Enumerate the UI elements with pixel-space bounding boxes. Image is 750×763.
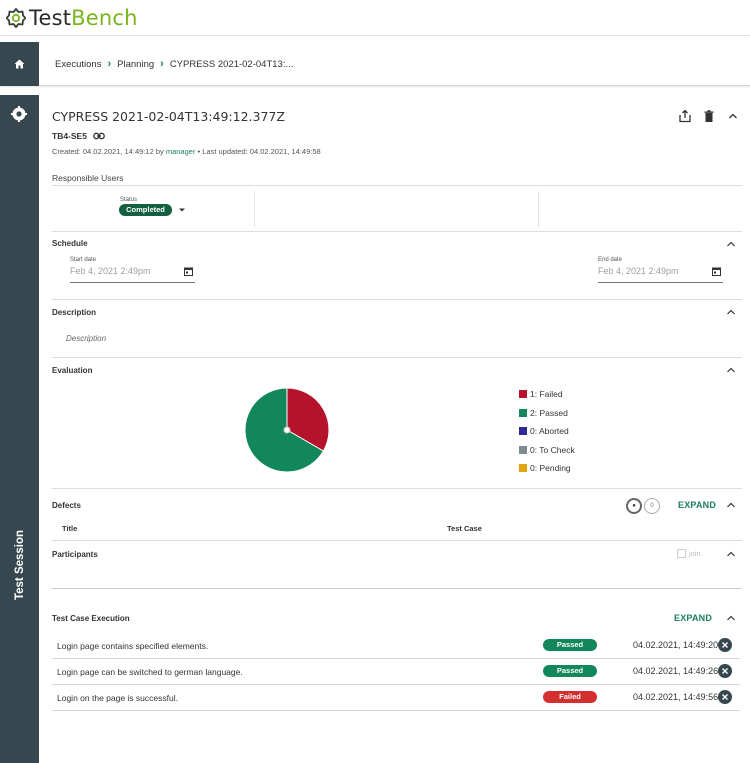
join-checkbox[interactable]: join: [677, 549, 701, 558]
legend-label: 0: Pending: [530, 463, 571, 474]
status-label: Status: [120, 197, 138, 203]
legend-item: 1: Failed: [519, 385, 575, 404]
legend-swatch: [519, 390, 527, 399]
legend-swatch: [519, 427, 527, 436]
column-header-title: Title: [62, 524, 78, 533]
status-dropdown[interactable]: Completed: [119, 204, 172, 216]
pie-center: [283, 426, 291, 434]
legend-label: 2: Passed: [530, 407, 568, 418]
export-icon[interactable]: [678, 109, 692, 123]
table-row[interactable]: Login page contains specified elements. P…: [52, 633, 740, 659]
chevron-right-icon: ›: [160, 58, 164, 70]
evaluation-legend: 1: Failed 2: Passed 0: Aborted 0: To Check 0…: [519, 385, 575, 478]
legend-swatch: [519, 408, 527, 417]
chevron-up-icon[interactable]: [726, 240, 736, 248]
legend-item: 0: To Check: [519, 441, 575, 460]
close-icon: [722, 694, 728, 700]
session-id: TB4-SE5: [52, 131, 105, 141]
app-logo[interactable]: TestBench: [6, 6, 138, 30]
link-icon[interactable]: [93, 132, 105, 140]
status-badge: Failed: [543, 691, 597, 703]
chevron-up-icon[interactable]: [726, 550, 736, 558]
calendar-icon: [712, 267, 721, 276]
defects-filter-toggle: ● 0: [626, 498, 660, 514]
divider: [52, 185, 742, 186]
close-icon: [722, 642, 728, 648]
user-link[interactable]: manager: [166, 147, 196, 156]
section-title-defects: Defects: [52, 501, 81, 510]
chevron-up-icon[interactable]: [726, 614, 736, 622]
session-detail: CYPRESS 2021-02-04T13:49:12.377Z TB4-SE5…: [40, 95, 750, 763]
remove-button[interactable]: [718, 664, 732, 678]
responsible-users-label: Responsible Users: [52, 173, 124, 183]
legend-label: 1: Failed: [530, 389, 563, 400]
app-header: TestBench: [0, 0, 750, 36]
execution-timestamp: 04.02.2021, 14:49:26: [633, 666, 719, 676]
toggle-open-defects[interactable]: ●: [626, 498, 642, 514]
logo-icon: [6, 8, 26, 28]
session-meta: Created: 04.02.2021, 14:49:12 by manager…: [52, 147, 321, 156]
legend-swatch: [519, 445, 527, 454]
toggle-count-defects[interactable]: 0: [644, 498, 660, 514]
column-header-test-case: Test Case: [447, 524, 482, 533]
tce-expand-button[interactable]: EXPAND: [674, 613, 712, 623]
delete-icon[interactable]: [702, 109, 716, 123]
chevron-up-icon[interactable]: [726, 308, 736, 316]
legend-label: 0: To Check: [530, 444, 575, 455]
test-case-name[interactable]: Login page can be switched to german lan…: [57, 667, 243, 677]
execution-timestamp: 04.02.2021, 14:49:20: [633, 640, 719, 650]
status-badge: Passed: [543, 639, 597, 651]
chevron-up-icon[interactable]: [726, 366, 736, 374]
breadcrumb-item-current: CYPRESS 2021-02-04T13:...: [169, 58, 294, 70]
breadcrumb-bar: Executions › Planning › CYPRESS 2021-02-…: [0, 42, 750, 86]
logo-text: TestBench: [29, 6, 138, 30]
home-button[interactable]: [0, 42, 39, 86]
chevron-down-icon[interactable]: [177, 205, 187, 215]
close-icon: [722, 668, 728, 674]
end-date-field[interactable]: End date Feb 4, 2021 2:49pm: [598, 257, 723, 283]
breadcrumb-item-planning[interactable]: Planning: [117, 59, 154, 70]
section-title-schedule: Schedule: [52, 239, 88, 248]
home-icon: [14, 59, 25, 69]
calendar-icon: [184, 267, 193, 276]
legend-swatch: [519, 464, 527, 473]
side-panel-label: Test Session: [14, 529, 26, 601]
section-title-test-case-execution: Test Case Execution: [52, 614, 130, 623]
remove-button[interactable]: [718, 690, 732, 704]
side-panel: Test Session: [0, 95, 39, 763]
test-case-name[interactable]: Login on the page is successful.: [57, 693, 178, 703]
test-case-name[interactable]: Login page contains specified elements.: [57, 641, 208, 651]
execution-timestamp: 04.02.2021, 14:49:56: [633, 692, 719, 702]
section-title-evaluation: Evaluation: [52, 366, 93, 375]
legend-item: 2: Passed: [519, 404, 575, 423]
table-row[interactable]: Login on the page is successful. Failed 04…: [52, 685, 740, 711]
checkbox[interactable]: [677, 549, 686, 558]
page-title: CYPRESS 2021-02-04T13:49:12.377Z: [52, 109, 285, 124]
table-row[interactable]: Login page can be switched to german lan…: [52, 659, 740, 685]
legend-label: 0: Aborted: [530, 426, 569, 437]
status-badge: Passed: [543, 665, 597, 677]
breadcrumb: Executions › Planning › CYPRESS 2021-02-…: [55, 42, 293, 86]
chevron-up-icon[interactable]: [726, 109, 740, 123]
gear-badge-icon: [11, 106, 27, 122]
header-actions: [678, 109, 740, 123]
legend-item: 0: Pending: [519, 459, 575, 478]
evaluation-pie-chart: [244, 387, 330, 473]
defects-expand-button[interactable]: EXPAND: [678, 500, 716, 510]
remove-button[interactable]: [718, 638, 732, 652]
start-date-field[interactable]: Start date Feb 4, 2021 2:49pm: [70, 257, 195, 283]
description-text[interactable]: Description: [66, 334, 106, 343]
chevron-right-icon: ›: [107, 58, 112, 70]
status-row: Status Completed: [52, 191, 742, 227]
chevron-up-icon[interactable]: [726, 501, 736, 509]
section-title-description: Description: [52, 308, 97, 317]
legend-item: 0: Aborted: [519, 422, 575, 441]
section-title-participants: Participants: [52, 550, 98, 559]
breadcrumb-item-executions[interactable]: Executions: [55, 59, 101, 70]
